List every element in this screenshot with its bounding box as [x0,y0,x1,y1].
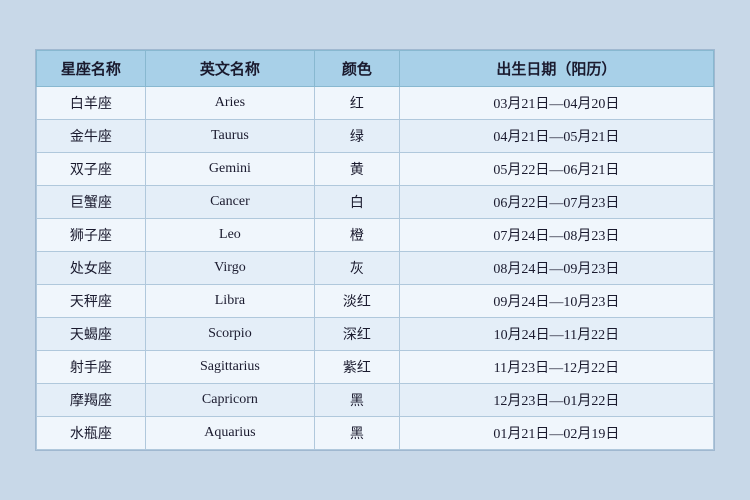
cell-english: Aries [145,87,314,120]
cell-date: 12月23日—01月22日 [399,384,713,417]
cell-english: Gemini [145,153,314,186]
table-row: 白羊座Aries红03月21日—04月20日 [37,87,714,120]
cell-english: Capricorn [145,384,314,417]
cell-chinese: 狮子座 [37,219,146,252]
cell-english: Sagittarius [145,351,314,384]
cell-date: 03月21日—04月20日 [399,87,713,120]
cell-chinese: 天秤座 [37,285,146,318]
header-english: 英文名称 [145,51,314,87]
cell-color: 黑 [315,384,400,417]
cell-date: 11月23日—12月22日 [399,351,713,384]
cell-color: 深红 [315,318,400,351]
table-row: 金牛座Taurus绿04月21日—05月21日 [37,120,714,153]
cell-date: 05月22日—06月21日 [399,153,713,186]
zodiac-table-container: 星座名称 英文名称 颜色 出生日期（阳历） 白羊座Aries红03月21日—04… [35,49,715,451]
cell-chinese: 金牛座 [37,120,146,153]
table-row: 狮子座Leo橙07月24日—08月23日 [37,219,714,252]
table-header-row: 星座名称 英文名称 颜色 出生日期（阳历） [37,51,714,87]
cell-chinese: 白羊座 [37,87,146,120]
table-row: 天蝎座Scorpio深红10月24日—11月22日 [37,318,714,351]
cell-chinese: 摩羯座 [37,384,146,417]
table-row: 摩羯座Capricorn黑12月23日—01月22日 [37,384,714,417]
cell-date: 07月24日—08月23日 [399,219,713,252]
cell-chinese: 水瓶座 [37,417,146,450]
cell-date: 09月24日—10月23日 [399,285,713,318]
cell-english: Taurus [145,120,314,153]
table-row: 双子座Gemini黄05月22日—06月21日 [37,153,714,186]
cell-date: 04月21日—05月21日 [399,120,713,153]
cell-chinese: 处女座 [37,252,146,285]
cell-date: 06月22日—07月23日 [399,186,713,219]
cell-color: 紫红 [315,351,400,384]
cell-english: Aquarius [145,417,314,450]
cell-chinese: 天蝎座 [37,318,146,351]
cell-english: Leo [145,219,314,252]
cell-color: 淡红 [315,285,400,318]
zodiac-table: 星座名称 英文名称 颜色 出生日期（阳历） 白羊座Aries红03月21日—04… [36,50,714,450]
cell-color: 灰 [315,252,400,285]
table-row: 处女座Virgo灰08月24日—09月23日 [37,252,714,285]
cell-english: Scorpio [145,318,314,351]
header-date: 出生日期（阳历） [399,51,713,87]
cell-date: 01月21日—02月19日 [399,417,713,450]
header-color: 颜色 [315,51,400,87]
table-row: 天秤座Libra淡红09月24日—10月23日 [37,285,714,318]
header-chinese: 星座名称 [37,51,146,87]
cell-english: Libra [145,285,314,318]
table-row: 水瓶座Aquarius黑01月21日—02月19日 [37,417,714,450]
cell-chinese: 巨蟹座 [37,186,146,219]
cell-date: 08月24日—09月23日 [399,252,713,285]
cell-chinese: 双子座 [37,153,146,186]
cell-color: 绿 [315,120,400,153]
table-body: 白羊座Aries红03月21日—04月20日金牛座Taurus绿04月21日—0… [37,87,714,450]
cell-color: 橙 [315,219,400,252]
cell-color: 黄 [315,153,400,186]
cell-chinese: 射手座 [37,351,146,384]
cell-english: Cancer [145,186,314,219]
cell-color: 黑 [315,417,400,450]
cell-date: 10月24日—11月22日 [399,318,713,351]
cell-color: 红 [315,87,400,120]
table-row: 射手座Sagittarius紫红11月23日—12月22日 [37,351,714,384]
cell-english: Virgo [145,252,314,285]
cell-color: 白 [315,186,400,219]
table-row: 巨蟹座Cancer白06月22日—07月23日 [37,186,714,219]
